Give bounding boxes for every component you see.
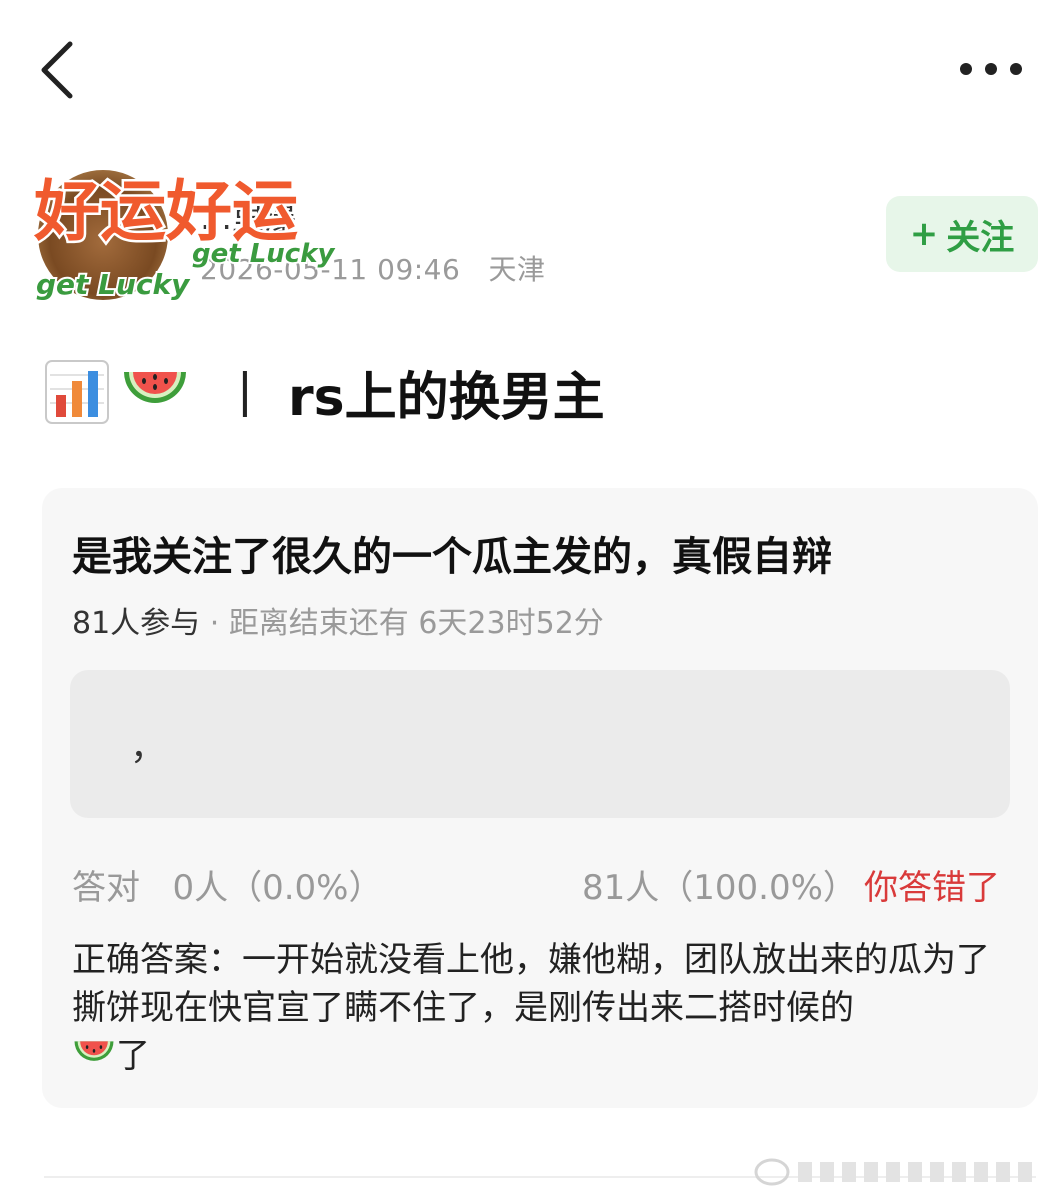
quiz-stats: 81人参与 · 距离结束还有 6天23时52分 bbox=[72, 598, 604, 642]
correct-value: 0人（0.0%） bbox=[172, 868, 383, 908]
watermelon-icon bbox=[74, 1041, 114, 1061]
follow-label: 关注 bbox=[946, 217, 1015, 258]
top-nav-bar bbox=[0, 0, 1048, 130]
participants-count: 81人参与 bbox=[72, 606, 201, 641]
correct-answer: 正确答案：一开始就没看上他，嫌他糊，团队放出来的瓜为了撕饼现在快官宣了瞒不住了，… bbox=[72, 936, 1002, 1080]
correct-label: 答对 bbox=[72, 868, 140, 908]
watermark-icon bbox=[754, 1158, 1032, 1186]
stats-dot: · bbox=[209, 606, 229, 641]
more-dots-icon bbox=[960, 63, 1022, 75]
back-button[interactable] bbox=[34, 38, 84, 102]
sticker-text-green-2: get Lucky bbox=[36, 268, 191, 301]
quiz-option-text: ， bbox=[130, 727, 167, 768]
correct-result: 答对 0人（0.0%） bbox=[72, 860, 382, 909]
countdown: 距离结束还有 6天23时52分 bbox=[228, 606, 604, 641]
post-location: 天津 bbox=[488, 253, 546, 286]
title-separator: 丨 bbox=[220, 367, 270, 425]
sticker-text-green-1: get Lucky bbox=[192, 239, 336, 269]
follow-button[interactable]: + 关注 bbox=[886, 196, 1038, 272]
chevron-left-icon bbox=[41, 41, 73, 99]
quiz-question: 是我关注了很久的一个瓜主发的，真假自辩 bbox=[72, 534, 832, 580]
good-luck-sticker: 好运好运 get Lucky get Lucky bbox=[31, 171, 338, 304]
wrong-status: 你答错了 bbox=[864, 868, 1000, 908]
quiz-option[interactable]: ， bbox=[70, 670, 1010, 818]
watermelon-icon bbox=[124, 372, 186, 403]
wrong-value: 81人（100.0%） bbox=[582, 868, 857, 908]
quiz-card: 是我关注了很久的一个瓜主发的，真假自辩 81人参与 · 距离结束还有 6天23时… bbox=[42, 488, 1038, 1108]
answer-text: 正确答案：一开始就没看上他，嫌他糊，团队放出来的瓜为了撕饼现在快官宣了瞒不住了，… bbox=[72, 940, 990, 1028]
post-title-text: rs上的换男主 bbox=[288, 367, 605, 428]
post-title: 丨 rs上的换男主 bbox=[44, 352, 605, 432]
bar-chart-icon bbox=[45, 360, 109, 424]
author-row: …里瀑 2026-05-11 09:46 天津 好运好运 get Lucky g… bbox=[0, 150, 1048, 303]
answer-end: 了 bbox=[116, 1036, 150, 1076]
follow-plus: + bbox=[909, 214, 939, 254]
more-options-button[interactable] bbox=[952, 52, 1030, 86]
